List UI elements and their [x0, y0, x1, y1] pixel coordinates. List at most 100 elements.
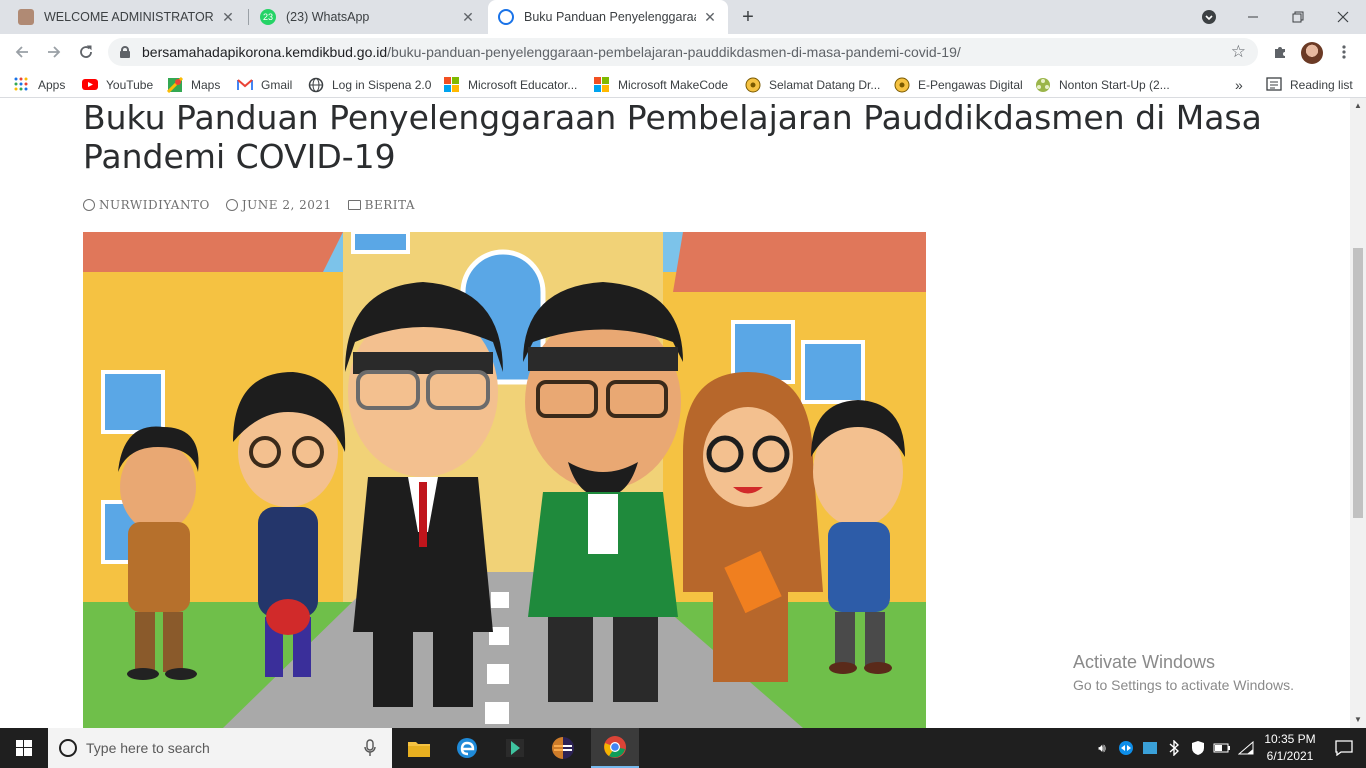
volume-icon[interactable]: 🔊︎ [1090, 728, 1114, 768]
windows-taskbar: Type here to search 🔊︎ 10:35 PM 6/1/2021 [0, 728, 1366, 768]
reading-list-icon [1266, 77, 1282, 93]
bookmark-sispena[interactable]: Log in Sispena 2.0 [308, 76, 431, 94]
bookmark-label: Maps [191, 78, 221, 92]
profile-avatar[interactable] [1301, 42, 1323, 64]
tab-whatsapp[interactable]: 23 (23) WhatsApp ✕ [250, 0, 486, 34]
bookmark-apps[interactable]: Apps [14, 76, 65, 94]
extensions-button[interactable] [1266, 38, 1294, 66]
bookmark-microsoft-makecode[interactable]: Microsoft MakeCode [594, 76, 728, 94]
chrome-button[interactable] [591, 728, 639, 768]
taskbar-clock[interactable]: 10:35 PM 6/1/2021 [1258, 731, 1322, 765]
windows-logo-icon [16, 740, 32, 756]
edge-icon [457, 738, 477, 758]
tutwuri-icon [745, 77, 761, 93]
system-tray: 🔊︎ 10:35 PM 6/1/2021 [1090, 728, 1366, 768]
bookmark-label: Microsoft MakeCode [618, 78, 729, 92]
taskbar-search-box[interactable]: Type here to search [48, 728, 392, 768]
bookmark-gmail[interactable]: Gmail [237, 76, 292, 94]
file-explorer-button[interactable] [395, 728, 443, 768]
defender-shield-icon[interactable] [1186, 728, 1210, 768]
clock-time: 10:35 PM [1264, 732, 1316, 746]
bookmark-selamat-datang[interactable]: Selamat Datang Dr... [745, 76, 880, 94]
whatsapp-icon: 23 [260, 9, 276, 25]
scroll-up-icon[interactable]: ▲ [1350, 98, 1366, 112]
back-button[interactable] [8, 38, 36, 66]
start-button[interactable] [0, 728, 48, 768]
minimize-icon [1247, 16, 1258, 18]
web-page: Buku Panduan Penyelenggaraan Pembelajara… [0, 98, 1350, 728]
scroll-down-icon[interactable]: ▼ [1350, 712, 1366, 726]
film-icon [1035, 77, 1051, 93]
close-window-button[interactable] [1320, 0, 1365, 34]
bluetooth-icon[interactable] [1162, 728, 1186, 768]
microsoft-icon [444, 77, 460, 93]
post-author[interactable]: NURWIDIYANTO [83, 198, 210, 212]
youtube-icon [82, 77, 98, 93]
tab-search-button[interactable] [1186, 0, 1231, 34]
user-icon [83, 199, 95, 211]
network-app-icon[interactable] [1138, 728, 1162, 768]
new-tab-button[interactable]: + [736, 5, 760, 29]
tab-title: Buku Panduan Penyelenggaraan [524, 10, 696, 24]
chrome-icon [604, 736, 626, 758]
close-icon[interactable]: ✕ [702, 9, 718, 25]
forward-button[interactable] [40, 38, 68, 66]
bookmark-youtube[interactable]: YouTube [82, 76, 153, 94]
tab-buku-panduan[interactable]: Buku Panduan Penyelenggaraan ✕ [488, 0, 728, 34]
bookmark-e-pengawas[interactable]: E-Pengawas Digital [894, 76, 1023, 94]
arrow-right-icon [48, 46, 61, 58]
restore-button[interactable] [1275, 0, 1320, 34]
minimize-button[interactable] [1230, 0, 1275, 34]
bookmark-nonton-startup[interactable]: Nonton Start-Up (2... [1035, 76, 1170, 94]
activate-subtitle: Go to Settings to activate Windows. [1073, 677, 1294, 693]
bookmark-label: E-Pengawas Digital [918, 78, 1023, 92]
tab-welcome-administrator[interactable]: WELCOME ADMINISTRATOR ✕ [8, 0, 246, 34]
bookmark-label: YouTube [106, 78, 154, 92]
battery-icon[interactable] [1210, 728, 1234, 768]
scroll-thumb[interactable] [1353, 248, 1363, 518]
kemdikbud-icon [498, 9, 514, 25]
restore-icon [1292, 11, 1303, 23]
notification-icon [1335, 740, 1353, 756]
gmail-icon [237, 77, 253, 93]
bookmark-label: Apps [38, 78, 66, 92]
date-text: JUNE 2, 2021 [241, 198, 332, 212]
clock-date: 6/1/2021 [1266, 749, 1314, 763]
app-icon [506, 739, 524, 757]
bookmark-label: Gmail [261, 78, 293, 92]
star-icon[interactable]: ☆ [1231, 42, 1246, 62]
post-category[interactable]: BERITA [347, 198, 416, 212]
category-text: BERITA [364, 198, 416, 212]
eclipse-button[interactable] [539, 728, 587, 768]
eclipse-icon [552, 737, 574, 759]
bookmark-label: Nonton Start-Up (2... [1059, 78, 1170, 92]
close-icon[interactable]: ✕ [220, 9, 236, 25]
apps-grid-icon [14, 77, 30, 93]
bookmark-microsoft-educator[interactable]: Microsoft Educator... [444, 76, 577, 94]
search-placeholder: Type here to search [86, 740, 210, 756]
bookmarks-overflow-button[interactable]: » [1235, 76, 1243, 94]
author-name: NURWIDIYANTO [99, 198, 210, 212]
reload-button[interactable] [72, 38, 100, 66]
post-date[interactable]: JUNE 2, 2021 [225, 198, 332, 212]
address-bar[interactable]: bersamahadapikorona.kemdikbud.go.id/buku… [108, 38, 1258, 66]
bookmark-maps[interactable]: Maps [166, 76, 221, 94]
wifi-icon[interactable] [1234, 728, 1258, 768]
teamviewer-icon[interactable] [1114, 728, 1138, 768]
microphone-icon[interactable] [364, 739, 376, 757]
close-icon[interactable]: ✕ [460, 9, 476, 25]
url-host: bersamahadapikorona.kemdikbud.go.id [142, 44, 388, 60]
search-icon [59, 739, 77, 757]
chrome-menu-button[interactable] [1330, 38, 1358, 66]
edge-button[interactable] [443, 728, 491, 768]
reading-list-button[interactable]: Reading list [1266, 76, 1353, 94]
featured-image [83, 232, 926, 728]
more-vert-icon [1342, 45, 1346, 59]
page-scrollbar[interactable]: ▲ ▼ [1350, 98, 1366, 728]
maps-icon [166, 76, 184, 94]
folder-icon [347, 200, 361, 210]
app-green-button[interactable] [491, 728, 539, 768]
post-title: Buku Panduan Penyelenggaraan Pembelajara… [83, 98, 1262, 176]
notification-center-button[interactable] [1322, 728, 1366, 768]
microsoft-icon [594, 77, 610, 93]
